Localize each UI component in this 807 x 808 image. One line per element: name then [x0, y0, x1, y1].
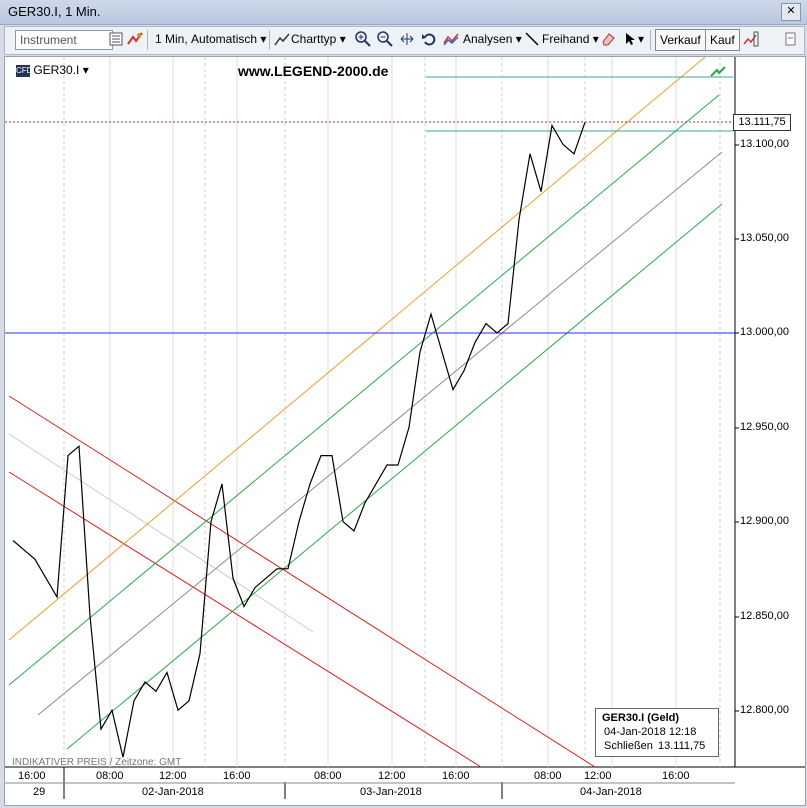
interval-selector[interactable]: 1 Min, — [155, 32, 188, 46]
last-price-label: 13.111,75 — [733, 114, 791, 131]
y-axis-label: 12.800,00 — [740, 704, 789, 716]
y-axis-label: 13.100,00 — [740, 138, 789, 150]
y-axis-label: 12.900,00 — [740, 515, 789, 527]
x-axis-time-label: 12:00 — [584, 770, 612, 782]
window-title: GER30.I, 1 Min. — [8, 4, 101, 19]
x-axis-time-label: 08:00 — [96, 770, 124, 782]
x-axis-time-label: 12:00 — [159, 770, 187, 782]
y-axis-label: 12.850,00 — [740, 610, 789, 622]
x-axis-date-label: 29 — [33, 786, 46, 798]
symbol-flag-icon: CFD — [16, 64, 33, 77]
chart-settings-icon[interactable] — [743, 31, 759, 47]
pointer-menu-icon[interactable]: ▾ — [638, 32, 644, 46]
x-axis-time-label: 16:00 — [18, 770, 46, 782]
y-axis-label: 13.050,00 — [740, 232, 789, 244]
undo-icon[interactable] — [421, 31, 437, 47]
info-close-label: Schließen — [604, 740, 653, 752]
toolbar-separator — [147, 30, 148, 50]
fit-chart-icon[interactable] — [399, 31, 415, 47]
scale-label: Automatisch — [191, 32, 258, 46]
chart-area[interactable] — [4, 56, 806, 806]
analyses-menu[interactable]: Analysen ▾ — [463, 32, 522, 46]
x-axis-time-label: 08:00 — [314, 770, 342, 782]
x-axis-date-label: 04-Jan-2018 — [580, 786, 642, 798]
window-titlebar: GER30.I, 1 Min. ✕ — [0, 0, 807, 25]
info-title: GER30.I (Geld) — [602, 712, 680, 724]
x-axis-time-label: 16:00 — [442, 770, 470, 782]
analyses-label: Analysen — [463, 32, 513, 46]
x-axis-time-label: 16:00 — [223, 770, 251, 782]
pointer-icon[interactable] — [622, 31, 638, 47]
chart-type-menu[interactable]: Charttyp ▾ — [291, 32, 346, 46]
toolbar-separator — [269, 30, 270, 50]
x-axis-time-label: 12:00 — [378, 770, 406, 782]
info-close-value: 13.111,75 — [658, 740, 706, 752]
sell-button[interactable]: Verkauf — [655, 29, 706, 51]
analyses-icon[interactable] — [443, 31, 459, 47]
zoom-out-icon[interactable] — [377, 31, 393, 47]
plot-background — [5, 57, 735, 767]
x-axis-date-label: 02-Jan-2018 — [142, 786, 204, 798]
x-axis-time-label: 16:00 — [662, 770, 690, 782]
x-axis-time-label: 08:00 — [534, 770, 562, 782]
freehand-line-icon[interactable] — [524, 31, 540, 47]
crosshair-info-box: GER30.I (Geld) 04-Jan-2018 12:18 Schließ… — [595, 708, 719, 757]
chart-type-label: Charttyp — [291, 32, 337, 46]
line-chart-icon[interactable] — [274, 31, 290, 47]
symbol-label: GER30.I — [33, 63, 80, 77]
symbol-selector[interactable]: CFD GER30.I ▾ — [16, 63, 89, 77]
y-axis-label: 12.950,00 — [740, 421, 789, 433]
y-axis-ticks — [735, 144, 739, 712]
scale-selector[interactable]: Automatisch ▾ — [191, 32, 266, 46]
buy-button[interactable]: Kauf — [705, 29, 740, 51]
toolbar-separator — [650, 30, 651, 50]
instrument-input[interactable]: Instrument — [15, 30, 113, 50]
price-chart[interactable] — [5, 56, 805, 805]
chart-toolbar: Instrument 1 Min, Automatisch ▾ Charttyp… — [4, 26, 805, 55]
freehand-label: Freihand — [542, 32, 590, 46]
eraser-icon[interactable] — [600, 31, 616, 47]
add-indicator-icon[interactable] — [127, 31, 143, 47]
zoom-in-icon[interactable] — [355, 31, 371, 47]
freehand-menu[interactable]: Freihand ▾ — [542, 32, 599, 46]
instrument-list-icon[interactable] — [109, 31, 125, 47]
info-datetime: 04-Jan-2018 12:18 — [604, 726, 697, 738]
toolbar-scroll-icon[interactable] — [783, 31, 799, 47]
y-axis-label: 13.000,00 — [740, 326, 789, 338]
indicative-price-note: INDIKATIVER PREIS / Zeitzone: GMT — [12, 757, 182, 768]
chart-watermark: www.LEGEND-2000.de — [238, 63, 389, 79]
close-window-button[interactable]: ✕ — [781, 3, 801, 21]
x-axis-date-label: 03-Jan-2018 — [360, 786, 422, 798]
